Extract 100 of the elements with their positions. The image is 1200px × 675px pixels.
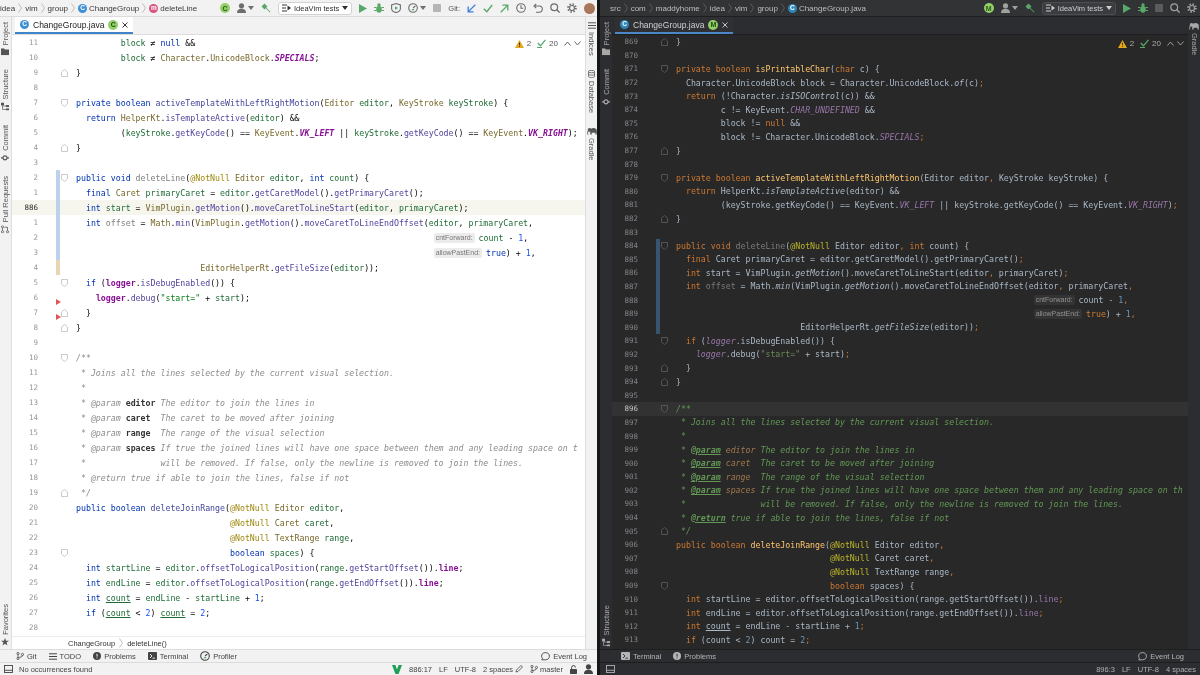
hammer-icon[interactable] [261,3,271,13]
search-icon[interactable] [550,3,560,13]
hammer-icon[interactable] [1024,3,1035,13]
code-line: int offset = Math.min(VimPlugin.getMotion().moveCaretToLineEndOffset(editor, primaryCaret, [85,217,534,228]
person-icon[interactable] [584,664,593,674]
warning-count: 2 [526,39,532,48]
fold-icon[interactable] [660,404,668,413]
chevron-up-icon[interactable] [1167,41,1174,46]
fold-icon[interactable] [60,488,68,497]
close-icon[interactable] [122,21,129,28]
code-line: if (count < 2) count = 2; [685,634,811,645]
fold-icon[interactable] [60,548,68,557]
code-line: int count = endLine - startLine + 1; [85,592,265,603]
caret-icon[interactable] [1011,6,1018,10]
code-line: * @return true if able to join the lines, false if not [80,472,350,483]
code-line: EditorHelperRt.getFileSize(editor)); [200,262,380,273]
fold-icon[interactable] [660,173,668,182]
code-line: count - 1, [1078,295,1129,306]
code-line: Character.UnicodeBlock block = Character.UnicodeBlock.of(c); [685,77,984,88]
code-line: * will be removed. If false, only the newline is removed to join the lines. [680,499,1124,509]
chevron-icon [119,638,124,648]
fold-icon[interactable] [60,143,68,152]
undo-icon[interactable] [533,3,543,13]
fold-icon[interactable] [60,353,68,362]
fold-icon[interactable] [60,278,68,287]
code-line: if (count < 2) count = 2; [85,607,211,618]
breadcrumb-item[interactable]: maddyhome [655,3,700,13]
vim-icon[interactable] [392,664,403,674]
breadcrumb-item[interactable]: vim [25,3,38,13]
arrow-up-right-icon[interactable] [500,3,509,13]
fold-icon[interactable] [60,173,68,182]
fold-icon[interactable] [660,37,668,46]
fold-icon[interactable] [660,527,668,536]
code-line: boolean spaces) { [830,580,915,591]
code-line: /** [76,352,91,363]
code-line: * @param caret The caret to be moved after joining [680,458,935,469]
play-icon[interactable] [1123,3,1131,13]
chevron-icon [727,3,732,13]
fold-icon[interactable] [60,68,68,77]
avatar-icon[interactable] [584,2,595,14]
caret-icon[interactable] [248,6,254,10]
stop-icon[interactable] [433,4,442,12]
code-line: @NotNull Caret caret, [830,553,935,564]
fold-icon[interactable] [60,98,68,107]
play-icon[interactable] [359,3,368,13]
lock-icon[interactable] [570,664,577,674]
person-icon[interactable] [237,3,246,13]
code-line: } [76,142,81,153]
code-line: block ≠ null && [120,37,196,48]
bug-icon[interactable] [1138,3,1148,13]
code-line: true) + 1, [1086,308,1136,319]
gauge-icon[interactable] [408,3,419,13]
chevron-down-icon[interactable] [1177,41,1184,46]
search-icon[interactable] [1170,3,1180,13]
breadcrumb-item[interactable]: idea [709,3,725,13]
code-line: * @return true if able to join the lines, false if not [680,512,950,523]
chevron-icon [18,3,23,13]
code-line: } [685,363,691,374]
warning-icon [514,39,524,48]
fold-icon[interactable] [660,581,668,590]
caret-icon [342,6,349,10]
code-line: int endLine = editor.offsetToLogicalPosition(range.getEndOffset()).line; [85,577,444,588]
chevron-down-icon[interactable] [574,41,581,46]
clock-icon[interactable] [516,3,526,13]
settings-icon[interactable] [1187,3,1197,13]
breadcrumb-item[interactable]: group [757,3,778,13]
breadcrumb-item[interactable]: src [610,3,621,13]
chevron-up-icon[interactable] [564,41,571,46]
fold-icon[interactable] [660,336,668,345]
fold-icon[interactable] [660,241,668,250]
panel-toggle-icon[interactable] [4,665,13,673]
edit-icon [515,665,524,673]
shield-icon[interactable] [391,3,402,13]
bug-icon[interactable] [374,3,385,13]
panel-toggle-icon[interactable] [606,665,615,673]
folder-icon [602,48,610,56]
code-line: int start = VimPlugin.getMotion().moveCaretToLineStart(editor, primaryCaret); [685,267,1069,278]
code-line: count - 1, [478,232,529,243]
code-line: int offset = Math.min(VimPlugin.getMotion().moveCaretToLineEndOffset(editor, primaryCaret, [685,281,1134,292]
arrow-down-left-icon[interactable] [467,3,476,13]
code-line: if (logger.isDebugEnabled()) { [685,335,835,346]
code-line: EditorHelperRt.getFileSize(editor)); [800,322,979,333]
code-line: int start = VimPlugin.getMotion().moveCaretToLineStart(editor, primaryCaret); [85,202,469,213]
code-line: int startLine = editor.offsetToLogicalPosition(range.getStartOffset()).line; [685,594,1064,605]
breadcrumb-item[interactable]: idea [0,3,16,13]
commit-icon [1,153,10,162]
code-line: * @param editor The editor to join the lines in [80,397,315,408]
breadcrumb-item[interactable]: group [47,3,69,13]
caret-icon[interactable] [420,6,427,10]
fold-icon[interactable] [660,65,668,73]
settings-icon[interactable] [567,3,577,13]
person-icon[interactable] [1000,3,1010,13]
fold-icon[interactable] [660,214,668,223]
check-count: 20 [549,39,558,48]
breadcrumb-item[interactable]: vim [734,3,748,13]
structure-icon [1,102,10,111]
check-icon[interactable] [483,3,493,13]
fold-icon[interactable] [660,146,668,155]
code-line: * [80,382,86,393]
breadcrumb-item[interactable]: com [630,3,646,13]
